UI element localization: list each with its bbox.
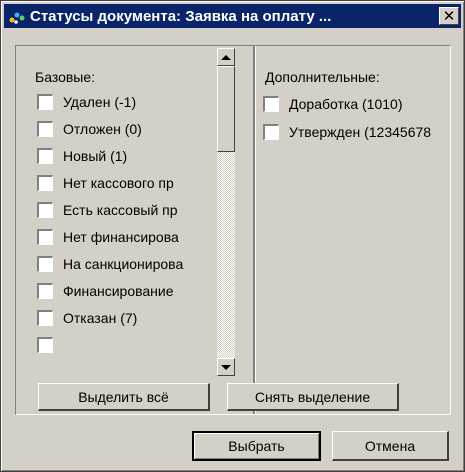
base-status-item[interactable]: На санкционирова bbox=[37, 253, 183, 275]
arrow-down-icon bbox=[221, 364, 231, 370]
cancel-button[interactable]: Отмена bbox=[332, 431, 449, 461]
base-status-item[interactable]: Отложен (0) bbox=[37, 118, 142, 140]
checkbox[interactable] bbox=[37, 310, 53, 326]
checkbox[interactable] bbox=[37, 229, 53, 245]
close-icon: ✕ bbox=[442, 7, 456, 25]
base-status-item[interactable]: Нет кассового пр bbox=[37, 172, 174, 194]
base-status-item[interactable]: Новый (1) bbox=[37, 145, 127, 167]
window-title: Статусы документа: Заявка на оплату ... bbox=[30, 7, 332, 25]
checkbox[interactable] bbox=[37, 121, 53, 137]
dialog-window: Статусы документа: Заявка на оплату ... … bbox=[0, 0, 465, 472]
base-status-item[interactable]: Финансирование bbox=[37, 280, 174, 302]
arrow-up-icon bbox=[221, 54, 231, 60]
select-all-button[interactable]: Выделить всё bbox=[38, 383, 210, 411]
title-bar[interactable]: Статусы документа: Заявка на оплату ... … bbox=[4, 4, 461, 28]
base-status-list: Базовые: Удален (-1) Отложен (0) Новый (… bbox=[16, 46, 253, 378]
scroll-thumb[interactable] bbox=[217, 66, 235, 152]
additional-status-item[interactable]: Утвержден (12345678 bbox=[263, 121, 431, 143]
checkbox[interactable] bbox=[263, 96, 279, 112]
additional-group-label: Дополнительные: bbox=[265, 69, 380, 85]
checkbox[interactable] bbox=[37, 148, 53, 164]
base-status-item[interactable]: Есть кассовый пр bbox=[37, 199, 178, 221]
base-status-item[interactable]: Отказан (7) bbox=[37, 307, 137, 329]
vertical-scrollbar[interactable] bbox=[217, 48, 235, 376]
base-status-item-partial[interactable] bbox=[37, 334, 63, 356]
status-panel: Базовые: Удален (-1) Отложен (0) Новый (… bbox=[15, 45, 451, 415]
additional-status-item[interactable]: Доработка (1010) bbox=[263, 93, 402, 115]
close-button[interactable]: ✕ bbox=[439, 7, 459, 25]
checkbox[interactable] bbox=[37, 283, 53, 299]
app-icon bbox=[6, 6, 28, 26]
base-group-label: Базовые: bbox=[35, 69, 96, 85]
checkbox[interactable] bbox=[37, 175, 53, 191]
base-status-item[interactable]: Удален (-1) bbox=[37, 91, 136, 113]
checkbox[interactable] bbox=[37, 202, 53, 218]
scroll-up-button[interactable] bbox=[217, 48, 235, 66]
deselect-all-button[interactable]: Снять выделение bbox=[227, 383, 399, 411]
additional-status-list: Дополнительные: Доработка (1010) Утвержд… bbox=[257, 46, 450, 378]
checkbox[interactable] bbox=[263, 124, 279, 140]
choose-button[interactable]: Выбрать bbox=[192, 431, 321, 461]
checkbox[interactable] bbox=[37, 337, 53, 353]
checkbox[interactable] bbox=[37, 256, 53, 272]
column-divider bbox=[253, 46, 256, 414]
base-status-item[interactable]: Нет финансирова bbox=[37, 226, 179, 248]
scroll-down-button[interactable] bbox=[217, 358, 235, 376]
checkbox[interactable] bbox=[37, 94, 53, 110]
